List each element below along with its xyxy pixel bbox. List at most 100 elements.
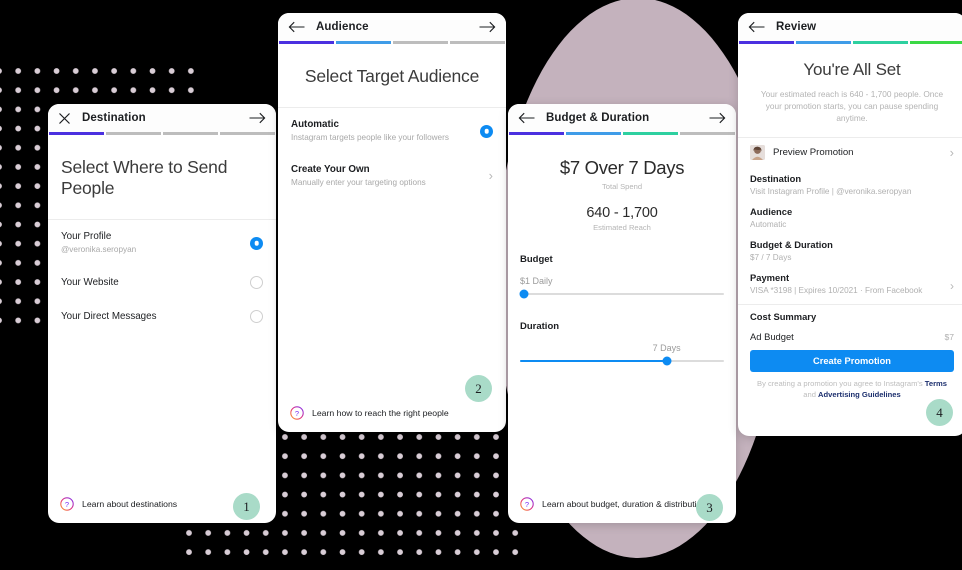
footer-help-label: Learn how to reach the right people [312, 408, 449, 418]
legal-disclaimer: By creating a promotion you agree to Ins… [738, 372, 962, 400]
heading: Select Where to Send People [61, 157, 228, 198]
cost-summary-heading: Cost Summary [750, 311, 817, 322]
arrow-left-icon[interactable] [288, 21, 305, 33]
summary-key: Payment [750, 272, 790, 283]
footer-help-label: Learn about budget, duration & distribut… [542, 499, 707, 509]
svg-text:?: ? [295, 409, 299, 418]
screen-audience: Audience Select Target Audience Automati… [278, 13, 506, 432]
legal-middle: and [803, 390, 819, 399]
budget-heading: Budget [520, 254, 553, 265]
option-your-website[interactable]: Your Website [48, 265, 276, 299]
profile-photo-thumbnail [750, 145, 765, 160]
duration-slider-section: Duration 7 Days [508, 321, 736, 366]
option-subtitle: Manually enter your targeting options [291, 178, 426, 187]
step-badge-4: 4 [926, 399, 953, 426]
total-spend-label: Total Spend [601, 182, 643, 191]
page-title: Budget & Duration [546, 112, 650, 124]
budget-value: $1 Daily [520, 276, 553, 286]
step-badge-2: 2 [465, 375, 492, 402]
screen-review: Review You're All Set Your estimated rea… [738, 13, 962, 436]
summary-row-budget-duration[interactable]: Budget & Duration $7 / 7 Days [750, 238, 954, 263]
svg-text:?: ? [525, 500, 529, 509]
summary-value: $7 / 7 Days [750, 253, 792, 262]
heading: You're All Set [803, 60, 901, 79]
preview-promotion-label: Preview Promotion [773, 147, 854, 158]
page-title: Audience [316, 21, 369, 33]
chevron-right-icon[interactable]: › [483, 169, 493, 182]
advertising-guidelines-link[interactable]: Advertising Guidelines [818, 390, 901, 399]
chevron-right-icon[interactable]: › [950, 280, 954, 292]
estimated-reach-amount: 640 - 1,700 [586, 205, 658, 221]
help-circle-icon[interactable]: ? [520, 497, 534, 511]
budget-slider-knob[interactable] [519, 289, 529, 299]
create-promotion-button[interactable]: Create Promotion [750, 350, 954, 372]
option-subtitle: @veronika.seropyan [61, 245, 137, 254]
option-your-profile[interactable]: Your Profile @veronika.seropyan [48, 220, 276, 265]
heading: Select Target Audience [304, 66, 480, 86]
arrow-left-icon[interactable] [518, 112, 535, 124]
footer-help-label: Learn about destinations [82, 499, 178, 509]
screenshot-stage: Destination Select Where to Send People … [0, 0, 962, 570]
cost-key: Ad Budget [750, 331, 794, 342]
option-your-direct-messages[interactable]: Your Direct Messages [48, 299, 276, 333]
option-title: Automatic [291, 119, 339, 130]
navbar-destination: Destination [48, 104, 276, 132]
help-circle-icon[interactable]: ? [290, 406, 304, 420]
svg-text:?: ? [65, 500, 69, 509]
legal-prefix: By creating a promotion you agree to Ins… [757, 379, 925, 388]
chevron-right-icon[interactable]: › [944, 146, 954, 159]
duration-value: 7 Days [652, 343, 681, 353]
hero-destination: Select Where to Send People [48, 135, 276, 219]
summary-value: VISA *3198 | Expires 10/2021 · From Face… [750, 286, 923, 295]
summary-row-audience[interactable]: Audience Automatic [750, 205, 954, 230]
duration-slider-track[interactable] [520, 356, 724, 366]
spend-summary: $7 Over 7 Days Total Spend 640 - 1,700 E… [508, 135, 736, 232]
page-title: Review [776, 21, 817, 33]
radio-your-profile[interactable] [250, 236, 263, 250]
screen-budget-duration: Budget & Duration $7 Over 7 Days Total S… [508, 104, 736, 523]
screen-destination: Destination Select Where to Send People … [48, 104, 276, 523]
navbar-review: Review [738, 13, 962, 41]
help-circle-icon[interactable]: ? [60, 497, 74, 511]
option-title: Your Profile [61, 231, 112, 242]
summary-key: Budget & Duration [750, 239, 833, 250]
footer-help-audience[interactable]: ? Learn how to reach the right people [278, 406, 506, 432]
navbar-budget: Budget & Duration [508, 104, 736, 132]
radio-your-website[interactable] [250, 276, 263, 289]
close-icon[interactable] [58, 112, 71, 125]
arrow-right-icon[interactable] [479, 21, 496, 33]
duration-heading: Duration [520, 321, 560, 332]
step-badge-1: 1 [233, 493, 260, 520]
duration-slider-knob[interactable] [662, 356, 672, 366]
cost-value: $7 [944, 332, 954, 342]
summary-row-destination[interactable]: Destination Visit Instagram Profile | @v… [750, 172, 954, 197]
option-title: Your Website [61, 277, 119, 288]
navbar-audience: Audience [278, 13, 506, 41]
hero-review: You're All Set Your estimated reach is 6… [738, 44, 962, 137]
duration-slider-fill [520, 360, 667, 362]
option-subtitle: Instagram targets people like your follo… [291, 133, 449, 142]
option-automatic[interactable]: Automatic Instagram targets people like … [278, 108, 506, 153]
total-spend-amount: $7 Over 7 Days [559, 157, 685, 178]
summary-row-payment[interactable]: Payment VISA *3198 | Expires 10/2021 · F… [750, 271, 954, 296]
arrow-right-icon[interactable] [709, 112, 726, 124]
summary-value: Automatic [750, 220, 787, 229]
budget-slider-track[interactable] [519, 289, 724, 299]
arrow-left-icon[interactable] [748, 21, 765, 33]
preview-promotion-row[interactable]: Preview Promotion › [738, 138, 962, 167]
radio-automatic[interactable] [480, 124, 493, 138]
radio-your-direct-messages[interactable] [250, 310, 263, 323]
option-create-your-own[interactable]: Create Your Own Manually enter your targ… [278, 153, 506, 198]
arrow-right-icon[interactable] [249, 112, 266, 124]
summary-value: Visit Instagram Profile | @veronika.sero… [750, 187, 912, 196]
step-badge-3: 3 [696, 494, 723, 521]
page-title: Destination [82, 112, 146, 124]
hero-audience: Select Target Audience [278, 44, 506, 107]
subheading: Your estimated reach is 640 - 1,700 peop… [760, 89, 944, 123]
terms-link[interactable]: Terms [925, 379, 947, 388]
option-title: Create Your Own [291, 164, 370, 175]
summary-key: Audience [750, 206, 793, 217]
option-title: Your Direct Messages [61, 311, 157, 322]
promotion-summary: Destination Visit Instagram Profile | @v… [738, 167, 962, 304]
cost-row-ad-budget: Ad Budget $7 [738, 322, 962, 342]
